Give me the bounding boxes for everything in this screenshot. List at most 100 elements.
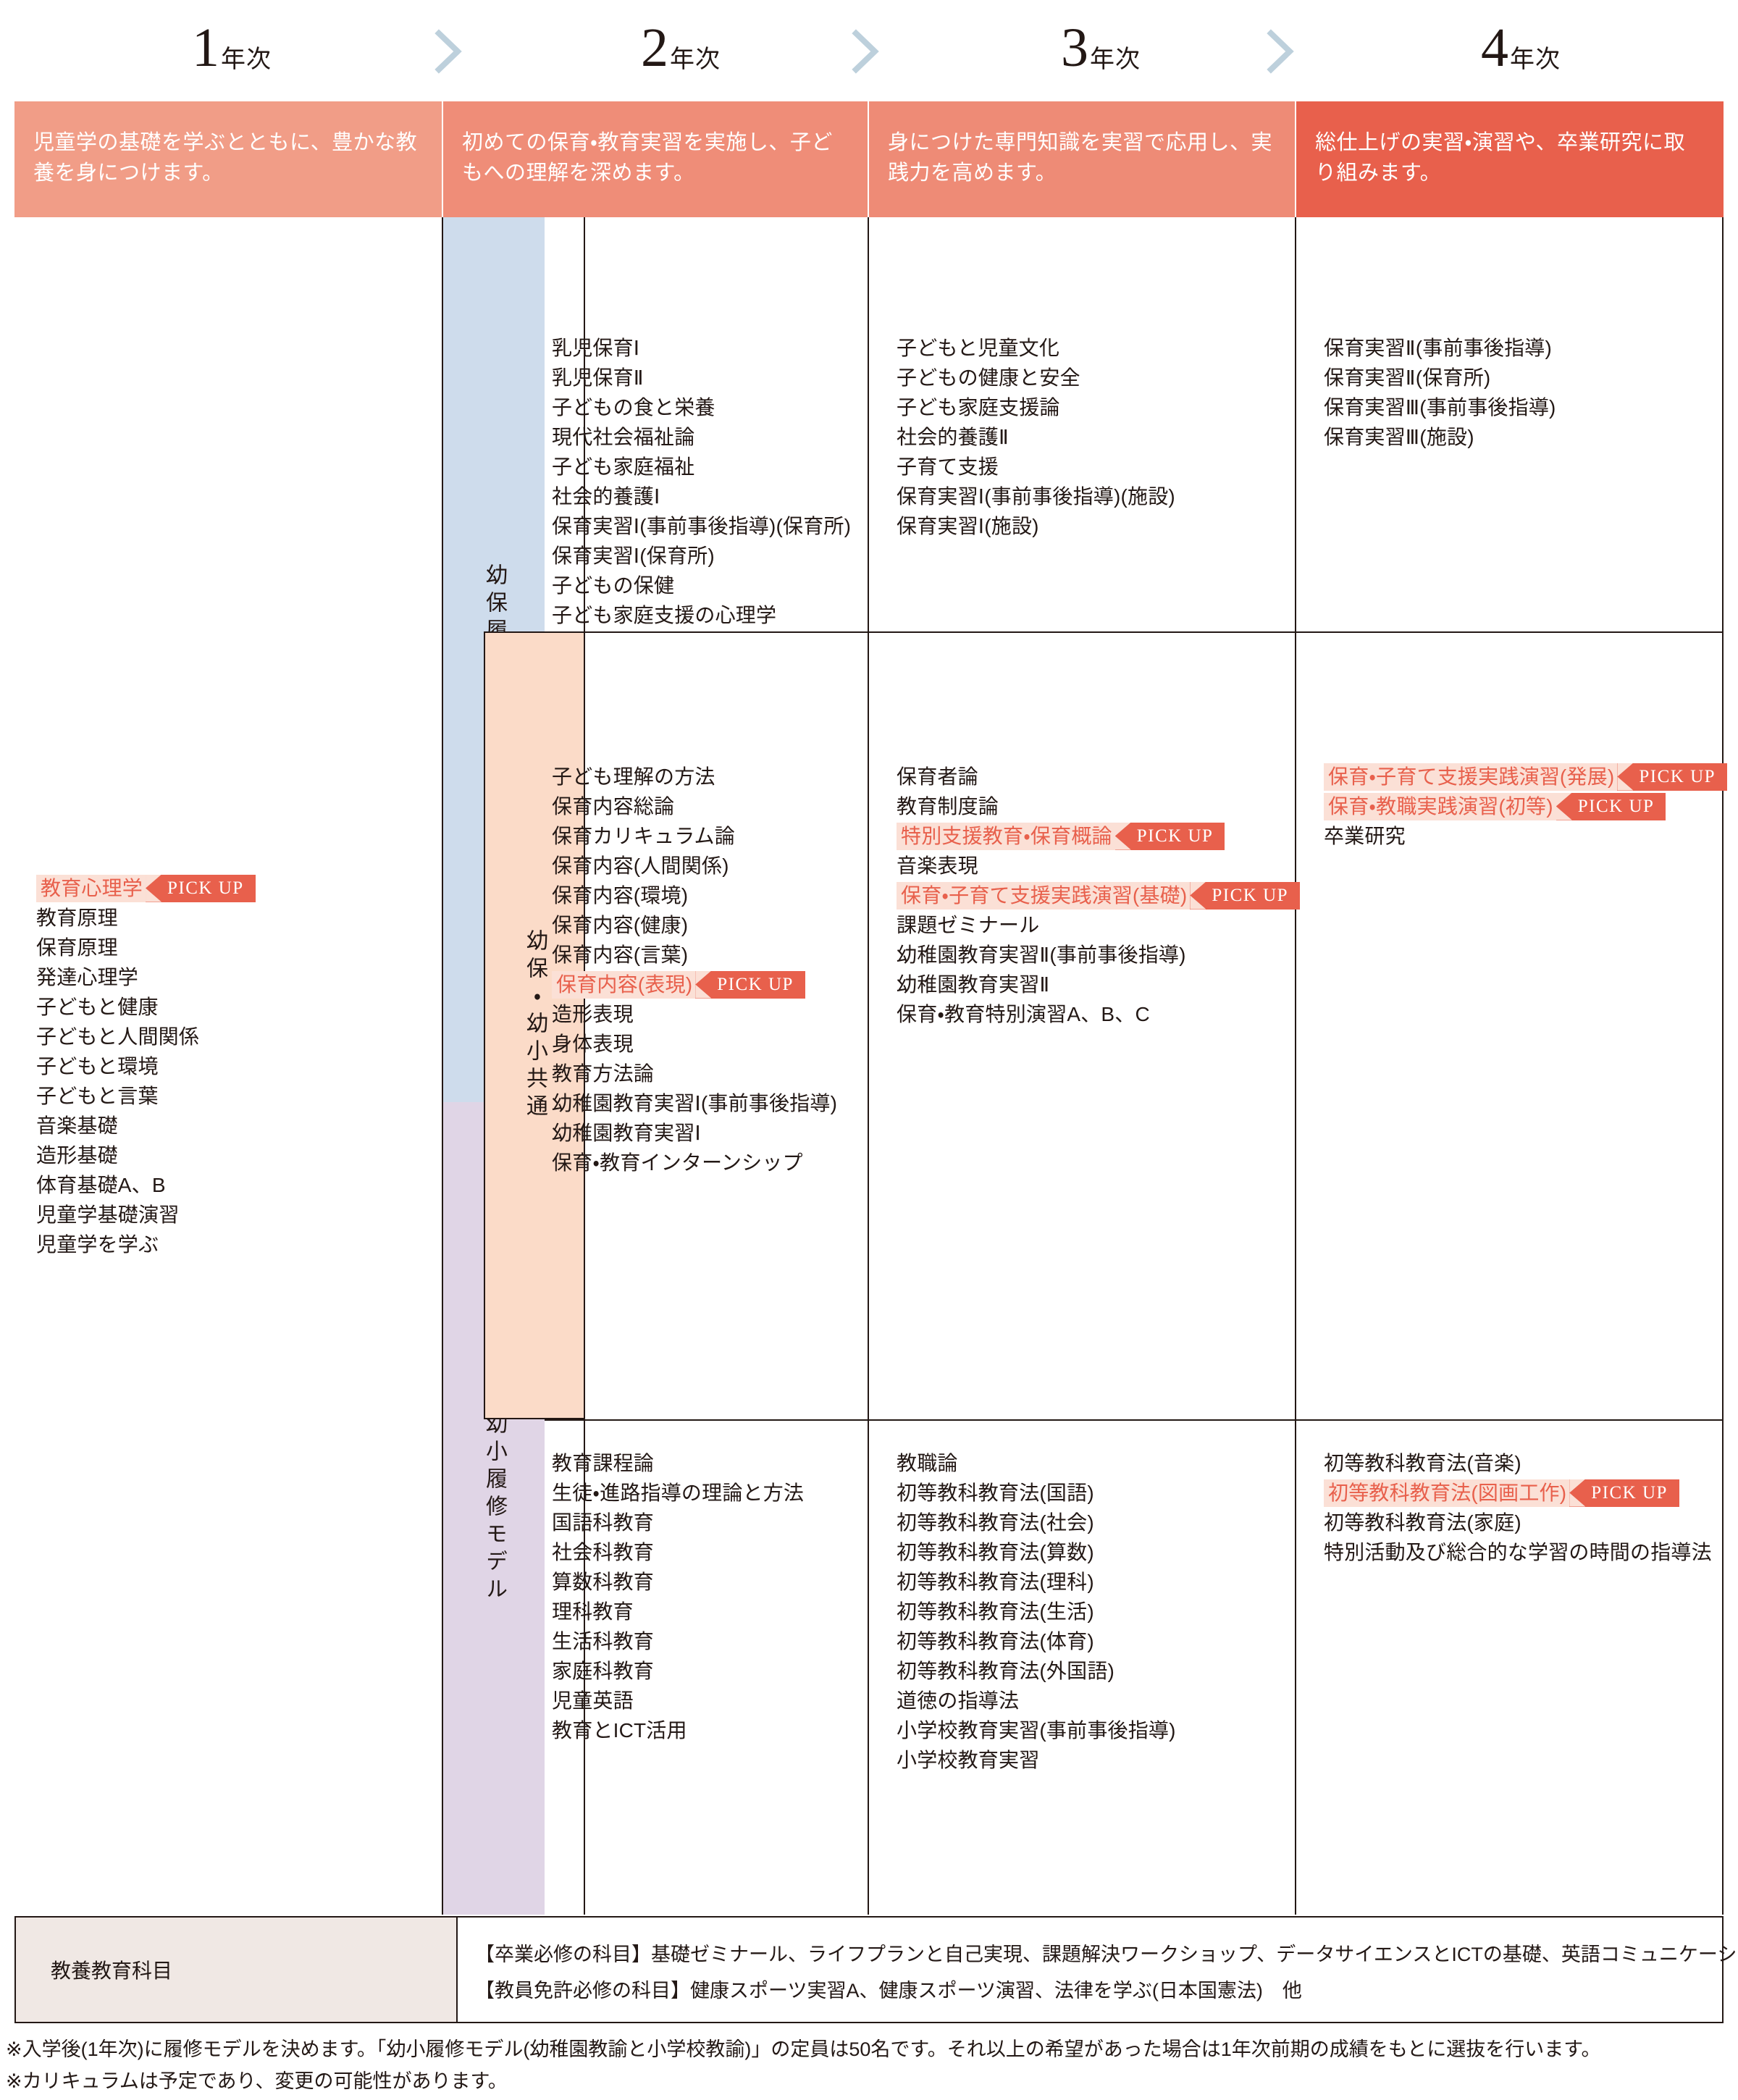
year-suffix-2: 年次 bbox=[670, 46, 721, 73]
course-item: 初等教科教育法(生活) bbox=[897, 1600, 1094, 1623]
course-item: 児童学を学ぶ bbox=[36, 1233, 159, 1256]
course-item: 初等教科教育法(理科) bbox=[897, 1571, 1094, 1593]
course-name: 初等教科教育法(図画工作) bbox=[1328, 1482, 1567, 1504]
course-item: 保育内容(言葉) bbox=[552, 944, 689, 966]
general-education-line-1: 【卒業必修の科目】基礎ゼミナール、ライフプランと自己実現、課題解決ワークショップ… bbox=[475, 1944, 1738, 1965]
year-label-4: 4 年次 bbox=[1325, 0, 1716, 101]
year-description-4: 総仕上げの実習・演習や、卒業研究に取り組みます。 bbox=[1296, 101, 1724, 217]
course-item: 子どもと健康 bbox=[36, 996, 159, 1018]
course-item: 初等教科教育法(体育) bbox=[897, 1630, 1094, 1652]
course-item: 道徳の指導法 bbox=[897, 1689, 1020, 1712]
course-item: 子どもと言葉 bbox=[36, 1085, 159, 1107]
year-description-1: 児童学の基礎を学ぶとともに、豊かな教養を身につけます。 bbox=[14, 101, 442, 217]
course-item: 小学校教育実習(事前事後指導) bbox=[897, 1719, 1176, 1742]
course-item: 社会科教育 bbox=[552, 1541, 655, 1563]
pickup-badge: PICK UP bbox=[1617, 763, 1728, 791]
course-item: 保育内容(人間関係) bbox=[552, 854, 729, 877]
course-item: 教育制度論 bbox=[897, 795, 999, 818]
course-item: 生徒・進路指導の理論と方法 bbox=[552, 1482, 805, 1504]
pickup-badge: PICK UP bbox=[1556, 792, 1666, 820]
pickup-pill: 特別支援教育・保育概論 PICK UP bbox=[897, 822, 1225, 850]
general-education-body: 【卒業必修の科目】基礎ゼミナール、ライフプランと自己実現、課題解決ワークショップ… bbox=[456, 1916, 1738, 2023]
course-item: 造形表現 bbox=[552, 1003, 634, 1025]
course-item: 乳児保育Ⅰ bbox=[552, 337, 640, 359]
course-item: 保育内容総論 bbox=[552, 795, 675, 818]
course-item: 保育者論 bbox=[897, 765, 978, 788]
course-item: 子どもと人間関係 bbox=[36, 1025, 200, 1048]
divider-row2-row3 bbox=[545, 1419, 1724, 1421]
course-item: 子どもの健康と安全 bbox=[897, 366, 1080, 389]
chevron-right-icon-3 bbox=[1264, 29, 1297, 74]
course-item: 保育実習Ⅱ(保育所) bbox=[1324, 366, 1491, 389]
general-education-line-2: 【教員免許必修の科目】健康スポーツ実習A、健康スポーツ演習、法律を学ぶ(日本国憲… bbox=[475, 1980, 1302, 2002]
course-item: 社会的養護Ⅰ bbox=[552, 485, 660, 508]
course-list-row1-year3: 子どもと児童文化 子どもの健康と安全 子ども家庭支援論 社会的養護Ⅱ 子育て支援 保育実習… bbox=[897, 333, 1288, 541]
year-label-1: 1 年次 bbox=[14, 0, 449, 101]
pickup-pill: 初等教科教育法(図画工作) PICK UP bbox=[1324, 1479, 1679, 1507]
course-item: 保育実習Ⅰ(施設) bbox=[897, 515, 1039, 537]
course-item: 児童学基礎演習 bbox=[36, 1204, 180, 1226]
course-list-row3-year3: 教職論 初等教科教育法(国語) 初等教科教育法(社会) 初等教科教育法(算数) 初等教科… bbox=[897, 1448, 1288, 1775]
year-label-2: 2 年次 bbox=[478, 0, 883, 101]
course-list-row3-year4: 初等教科教育法(音楽) 初等教科教育法(図画工作) PICK UP 初等教科教育法(家… bbox=[1324, 1448, 1715, 1567]
course-item: 教育原理 bbox=[36, 907, 118, 929]
year-suffix-3: 年次 bbox=[1090, 46, 1141, 73]
course-item: 保育カリキュラム論 bbox=[552, 825, 735, 847]
divider-col3-col4 bbox=[1295, 217, 1296, 1915]
course-item: 保育実習Ⅰ(事前事後指導)(施設) bbox=[897, 485, 1175, 508]
course-item: 音楽表現 bbox=[897, 854, 978, 877]
course-item-pickup: 特別支援教育・保育概論 PICK UP bbox=[897, 821, 1288, 851]
course-item: 教職論 bbox=[897, 1452, 958, 1474]
band-label-yosho: 幼小履修モデル bbox=[482, 1412, 506, 1605]
course-item: 体育基礎A、B bbox=[36, 1174, 166, 1196]
course-item: 算数科教育 bbox=[552, 1571, 655, 1593]
course-name: 保育・子育て支援実践演習(基礎) bbox=[901, 884, 1188, 907]
pickup-pill: 教育心理学 PICK UP bbox=[36, 874, 256, 902]
pickup-pill: 保育・教職実践演習(初等) PICK UP bbox=[1324, 792, 1666, 820]
pickup-badge: PICK UP bbox=[146, 874, 256, 902]
year-description-3: 身につけた専門知識を実習で応用し、実践力を高めます。 bbox=[869, 101, 1295, 217]
band-label-kyotsu: 幼保・幼小共通 bbox=[523, 929, 547, 1122]
course-item: 社会的養護Ⅱ bbox=[897, 426, 1009, 448]
course-item: 保育・教育インターンシップ bbox=[552, 1151, 803, 1174]
course-item: 幼稚園教育実習Ⅱ bbox=[897, 973, 1050, 996]
pickup-badge: PICK UP bbox=[1190, 881, 1301, 910]
general-education-row: 教養教育科目 【卒業必修の科目】基礎ゼミナール、ライフプランと自己実現、課題解決… bbox=[14, 1916, 1738, 2023]
course-item: 保育実習Ⅱ(事前事後指導) bbox=[1324, 337, 1553, 359]
pickup-pill: 保育・子育て支援実践演習(基礎) PICK UP bbox=[897, 881, 1301, 910]
pickup-pill: 保育内容(表現) PICK UP bbox=[552, 970, 805, 999]
course-item: 子どもと児童文化 bbox=[897, 337, 1060, 359]
course-item: 卒業研究 bbox=[1324, 825, 1406, 847]
year-number-4: 4 bbox=[1481, 17, 1508, 78]
course-item: 初等教科教育法(家庭) bbox=[1324, 1511, 1521, 1534]
course-item: 身体表現 bbox=[552, 1033, 634, 1055]
year-label-3: 3 年次 bbox=[905, 0, 1296, 101]
course-item: 教育とICT活用 bbox=[552, 1719, 687, 1742]
course-list-row2-year2: 子ども理解の方法 保育内容総論 保育カリキュラム論 保育内容(人間関係) 保育内容(環境… bbox=[552, 762, 856, 1177]
course-item: 理科教育 bbox=[552, 1600, 634, 1623]
divider-right-edge bbox=[1722, 217, 1724, 1915]
chevron-right-icon-2 bbox=[849, 29, 882, 74]
course-list-row2-year3: 保育者論教育制度論特別支援教育・保育概論 PICK UP 音楽表現保育・子育て支援実… bbox=[897, 762, 1301, 1029]
course-list-row2-year4: 保育・子育て支援実践演習(発展) PICK UP 保育・教職実践演習(初等) PICK… bbox=[1324, 762, 1728, 851]
course-item: 保育内容(環境) bbox=[552, 884, 689, 907]
year-number-1: 1 bbox=[192, 17, 219, 78]
footnotes: ※入学後(1年次)に履修モデルを決めます。「幼小履修モデル(幼稚園教諭と小学校教… bbox=[6, 2033, 1737, 2097]
course-item: 子どもの保健 bbox=[552, 574, 675, 597]
course-name: 保育内容(表現) bbox=[556, 973, 693, 996]
curriculum-grid: 幼保履修モデル 幼小履修モデル 幼保・幼小共通 教育心理学PICK UP教育原理… bbox=[0, 217, 1738, 1915]
pickup-badge: PICK UP bbox=[695, 970, 805, 999]
course-item: 保育内容(健康) bbox=[552, 914, 689, 936]
course-item-pickup: 保育内容(表現) PICK UP bbox=[552, 970, 856, 999]
course-item: 小学校教育実習 bbox=[897, 1749, 1040, 1771]
year-description-2: 初めての保育・教育実習を実施し、子どもへの理解を深めます。 bbox=[443, 101, 868, 217]
course-item: 子ども家庭支援の心理学 bbox=[552, 604, 777, 626]
year-number-2: 2 bbox=[641, 17, 668, 78]
footnote-1: ※入学後(1年次)に履修モデルを決めます。「幼小履修モデル(幼稚園教諭と小学校教… bbox=[6, 2038, 1601, 2060]
course-item-pickup: 保育・子育て支援実践演習(基礎) PICK UP bbox=[897, 881, 1301, 910]
course-item: 現代社会福祉論 bbox=[552, 426, 695, 448]
course-list-row1-year4: 保育実習Ⅱ(事前事後指導) 保育実習Ⅱ(保育所) 保育実習Ⅲ(事前事後指導) 保育実習… bbox=[1324, 333, 1715, 452]
year-suffix-1: 年次 bbox=[221, 46, 272, 73]
course-name: 保育・教職実践演習(初等) bbox=[1328, 795, 1553, 818]
divider-col2-col3 bbox=[868, 217, 869, 1915]
